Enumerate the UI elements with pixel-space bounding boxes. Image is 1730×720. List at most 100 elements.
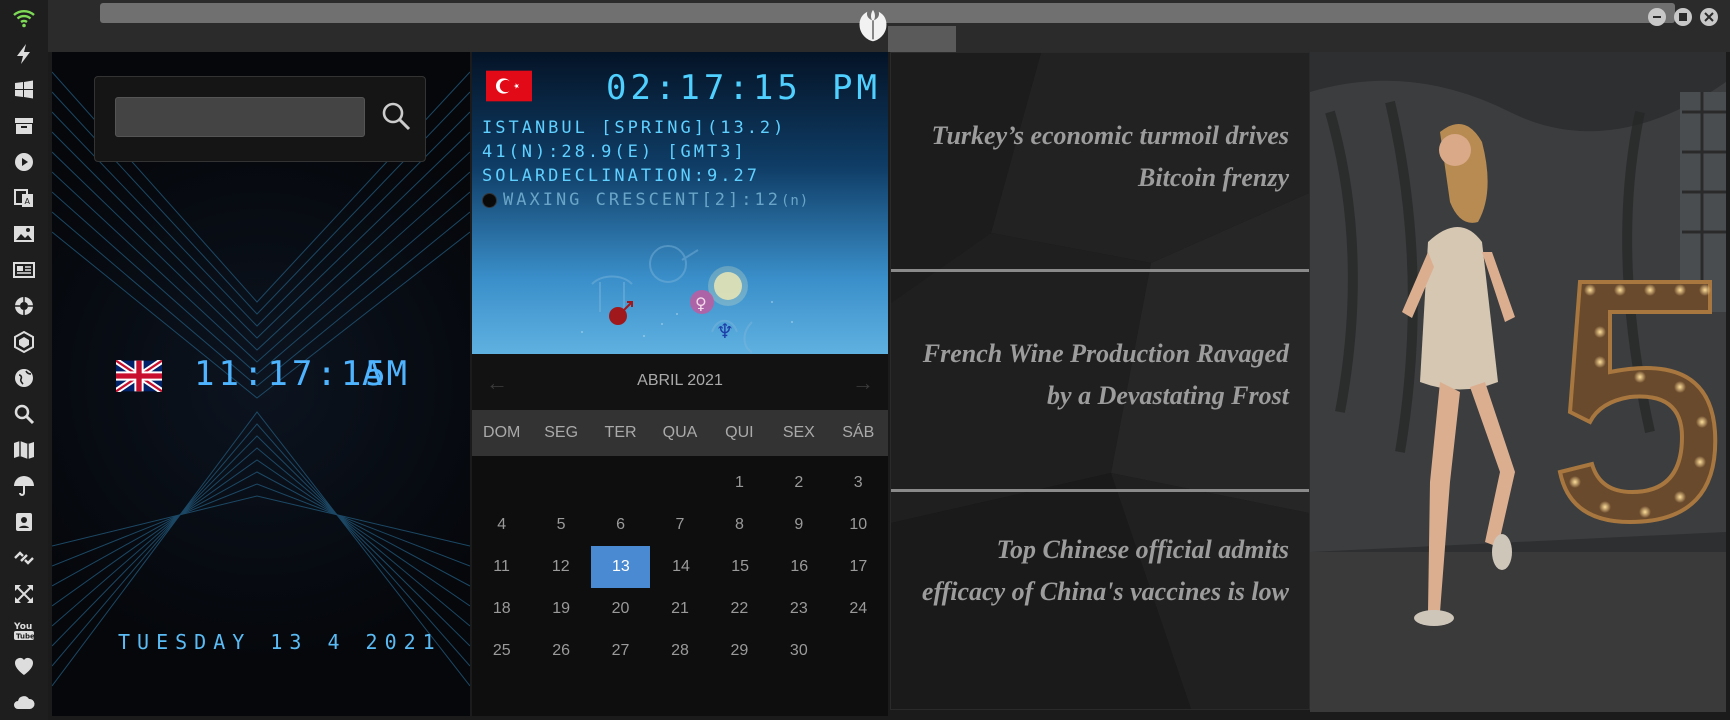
- calendar-day-today[interactable]: 13: [591, 546, 651, 588]
- calendar-day[interactable]: 15: [711, 546, 770, 588]
- calendar-day[interactable]: 6: [591, 504, 650, 546]
- calendar-week: 25 26 27 28 29 30: [472, 630, 888, 672]
- image-icon[interactable]: [12, 222, 36, 246]
- calendar-day[interactable]: 16: [770, 546, 829, 588]
- weekday: SÁB: [842, 424, 875, 441]
- bolt-icon[interactable]: [12, 42, 36, 66]
- weekday: QUI: [725, 424, 754, 441]
- calendar-day[interactable]: 26: [531, 630, 590, 672]
- calendar-day[interactable]: 20: [591, 588, 650, 630]
- calendar-day[interactable]: 22: [710, 588, 769, 630]
- calendar-week: 1 2 3: [472, 462, 888, 504]
- astro-sky: 02:17:15 PM ISTANBUL [SPRING](13.2) 41(N…: [472, 52, 888, 354]
- news-headline[interactable]: French Wine Production Ravaged by a Deva…: [891, 333, 1309, 417]
- search-input[interactable]: [115, 97, 365, 137]
- calendar-day[interactable]: 8: [710, 504, 769, 546]
- news-panel: Turkey’s economic turmoil drives Bitcoin…: [890, 52, 1310, 710]
- calendar-day[interactable]: 27: [591, 630, 650, 672]
- calendar-next-button[interactable]: →: [852, 370, 874, 396]
- calendar-week: 18 19 20 21 22 23 24: [472, 588, 888, 630]
- newspaper-icon[interactable]: [12, 258, 36, 282]
- close-button[interactable]: [1700, 8, 1718, 26]
- calendar-day[interactable]: 4: [472, 504, 531, 546]
- search-box: [94, 76, 426, 162]
- local-date: TUESDAY 13 4 2021: [118, 630, 442, 654]
- local-clock-panel: 11:17:15 AM TUESDAY 13 4 2021: [52, 52, 470, 716]
- uk-flag-icon: [116, 360, 162, 392]
- aperture-icon[interactable]: [12, 294, 36, 318]
- link-icon[interactable]: [12, 546, 36, 570]
- local-time: 11:17:15: [194, 354, 390, 394]
- calendar-day[interactable]: [531, 462, 590, 504]
- minimize-icon: [1653, 16, 1661, 18]
- calendar-day[interactable]: 19: [531, 588, 590, 630]
- calendar-header: ← ABRIL 2021 →: [472, 354, 888, 410]
- calendar-day[interactable]: 3: [829, 462, 888, 504]
- map-icon[interactable]: [12, 438, 36, 462]
- neptune-icon: ♆: [716, 319, 734, 343]
- news-headline[interactable]: Turkey’s economic turmoil drives Bitcoin…: [891, 115, 1309, 199]
- calendar-day[interactable]: 17: [829, 546, 888, 588]
- news-headline[interactable]: Top Chinese official admits efficacy of …: [891, 529, 1309, 613]
- heart-icon[interactable]: [12, 654, 36, 678]
- calendar-day[interactable]: 28: [650, 630, 709, 672]
- calendar-day[interactable]: 25: [472, 630, 531, 672]
- calendar-weekdays: DOM SEG TER QUA QUI SEX SÁB: [472, 410, 888, 456]
- calendar-day[interactable]: 21: [650, 588, 709, 630]
- weekday: DOM: [483, 424, 521, 441]
- svg-text:Tube: Tube: [16, 633, 35, 641]
- calendar-day[interactable]: 29: [710, 630, 769, 672]
- archive-icon[interactable]: [12, 114, 36, 138]
- calendar-day[interactable]: 1: [710, 462, 769, 504]
- weekday: TER: [604, 424, 637, 441]
- maximize-button[interactable]: [1674, 8, 1692, 26]
- calendar-day[interactable]: 12: [531, 546, 590, 588]
- news-divider: [891, 269, 1309, 272]
- calendar-day[interactable]: 24: [829, 588, 888, 630]
- calendar-day[interactable]: 18: [472, 588, 531, 630]
- planets-drawing: ♀ ♆: [581, 245, 793, 353]
- calendar-day[interactable]: 11: [472, 546, 531, 588]
- calendar-day[interactable]: 10: [829, 504, 888, 546]
- world-clock-panel: 02:17:15 PM ISTANBUL [SPRING](13.2) 41(N…: [472, 52, 888, 716]
- svg-text:♀: ♀: [695, 294, 707, 313]
- news-divider: [891, 489, 1309, 492]
- calendar-day[interactable]: 2: [769, 462, 828, 504]
- calendar-day[interactable]: 23: [769, 588, 828, 630]
- cloud-icon[interactable]: [12, 690, 36, 714]
- play-icon[interactable]: [12, 150, 36, 174]
- minimize-button[interactable]: [1648, 8, 1666, 26]
- search-icon[interactable]: [379, 99, 413, 133]
- contacts-icon[interactable]: [12, 510, 36, 534]
- umbrella-icon[interactable]: [12, 474, 36, 498]
- calendar-week: 11 12 13 14 15 16 17: [472, 546, 888, 588]
- calendar-day[interactable]: 5: [531, 504, 590, 546]
- local-ampm: AM: [362, 354, 411, 394]
- weekday: QUA: [662, 424, 698, 441]
- calendar-month: ABRIL 2021: [637, 372, 723, 389]
- calendar-day[interactable]: 30: [769, 630, 828, 672]
- calendar-day[interactable]: 9: [769, 504, 828, 546]
- calendar-day[interactable]: [829, 630, 888, 672]
- search-icon[interactable]: [12, 402, 36, 426]
- photo-panel[interactable]: [1310, 52, 1726, 712]
- globe-icon[interactable]: [12, 366, 36, 390]
- calendar-day[interactable]: 14: [651, 546, 710, 588]
- calendar-grid: 1 2 3 4 5 6 7 8 9 10 11 12 13 14 15 16 1…: [472, 462, 888, 672]
- calendar-day[interactable]: [591, 462, 650, 504]
- calendar-day[interactable]: [472, 462, 531, 504]
- fullscreen-icon[interactable]: [12, 582, 36, 606]
- svg-text:A: A: [25, 197, 31, 206]
- app-sidebar: A You Tube: [0, 0, 48, 720]
- translate-icon[interactable]: A: [12, 186, 36, 210]
- logo-tab[interactable]: [888, 26, 956, 52]
- youtube-icon[interactable]: You Tube: [12, 618, 36, 642]
- calendar-day[interactable]: [650, 462, 709, 504]
- windows-icon[interactable]: [12, 78, 36, 102]
- maximize-icon: [1679, 13, 1687, 21]
- calendar-week: 4 5 6 7 8 9 10: [472, 504, 888, 546]
- hexagon-icon[interactable]: [12, 330, 36, 354]
- calendar-day[interactable]: 7: [650, 504, 709, 546]
- rebel-alliance-icon[interactable]: [854, 6, 892, 46]
- wifi-icon[interactable]: [12, 6, 36, 30]
